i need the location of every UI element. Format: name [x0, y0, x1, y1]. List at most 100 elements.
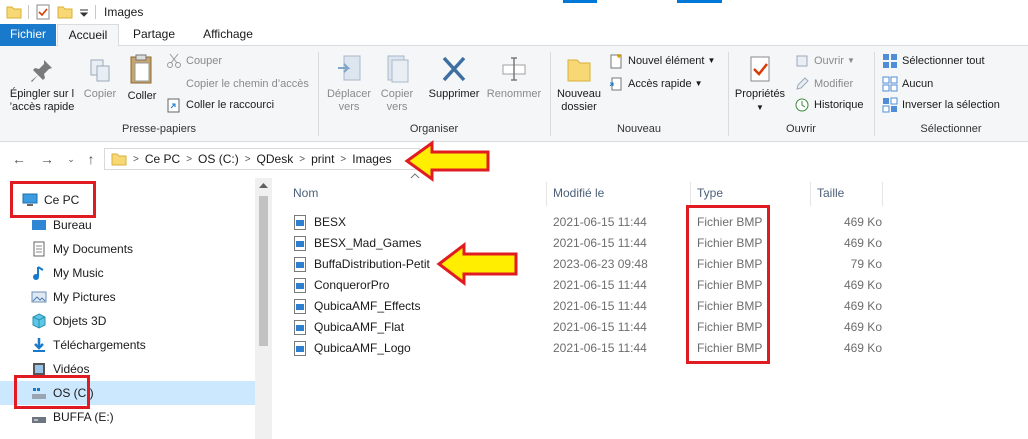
copy-path-button[interactable]: Copier le chemin d’accès [166, 74, 309, 94]
paste-icon [130, 54, 152, 84]
breadcrumb-print[interactable]: print [311, 152, 334, 166]
column-header-modified[interactable]: Modifié le [553, 178, 604, 208]
column-separator[interactable] [810, 182, 811, 206]
nav-pane-scrollbar[interactable] [255, 178, 272, 439]
scrollbar-thumb[interactable] [259, 196, 268, 346]
breadcrumb-separator-icon: > [186, 153, 193, 165]
move-to-icon [338, 55, 361, 81]
nav-item-3d-objects[interactable]: Objets 3D [0, 309, 255, 333]
nav-item-pictures[interactable]: My Pictures [0, 285, 255, 309]
column-header-name[interactable]: Nom [293, 178, 318, 208]
file-size: 469 Ko [843, 236, 882, 250]
file-row[interactable]: QubicaAMF_Effects 2021-06-15 11:44 Fichi… [288, 296, 888, 317]
scroll-up-arrow-icon[interactable] [259, 182, 268, 188]
address-bar[interactable]: > Ce PC > OS (C:) > QDesk > print > Imag… [104, 148, 420, 170]
annotation-arrow-file [436, 242, 518, 286]
customize-dropdown-icon[interactable] [79, 4, 89, 20]
new-item-label: Nouvel élément [628, 55, 705, 67]
title-accent [677, 0, 722, 3]
forward-arrow-icon[interactable]: → [38, 150, 56, 168]
file-modified: 2021-06-15 11:44 [553, 320, 647, 334]
title-separator [95, 5, 96, 19]
copy-icon [90, 59, 110, 82]
paste-shortcut-button[interactable]: Coller le raccourci [166, 95, 274, 115]
bmp-file-icon [294, 320, 306, 335]
paste-button[interactable]: Coller [121, 54, 163, 103]
bmp-file-icon [294, 299, 306, 314]
select-none-button[interactable]: Aucun [882, 74, 933, 94]
cut-label: Couper [186, 55, 223, 67]
up-arrow-icon[interactable]: ↑ [82, 150, 100, 168]
move-to-label-line1: Déplacer [326, 88, 372, 100]
file-row[interactable]: BuffaDistribution-Petit 2023-06-23 09:48… [288, 254, 888, 275]
file-name: BuffaDistribution-Petit [314, 257, 430, 271]
annotation-box-os-c [14, 375, 90, 409]
tab-view[interactable]: Affichage [190, 24, 266, 46]
select-all-icon [883, 54, 897, 68]
file-name: BESX_Mad_Games [314, 236, 422, 250]
nav-item-documents[interactable]: My Documents [0, 237, 255, 261]
breadcrumb-images[interactable]: Images [352, 152, 391, 166]
properties-check-icon[interactable] [35, 4, 51, 20]
column-separator[interactable] [546, 182, 547, 206]
history-button[interactable]: Historique [794, 95, 864, 115]
open-label: Ouvrir [814, 55, 844, 67]
select-all-button[interactable]: Sélectionner tout [882, 51, 985, 71]
properties-button[interactable]: Propriétés ▼ [732, 54, 788, 114]
column-header-type[interactable]: Type [697, 178, 723, 208]
file-row[interactable]: BESX_Mad_Games 2021-06-15 11:44 Fichier … [288, 233, 888, 254]
ribbon-tabs: Fichier Accueil Partage Affichage [0, 24, 1028, 47]
file-modified: 2021-06-15 11:44 [553, 215, 647, 229]
ribbon: Épingler sur l ’accès rapide Copier Coll… [0, 46, 1028, 142]
delete-button[interactable]: Supprimer [424, 54, 484, 101]
nav-item-label: Téléchargements [53, 338, 146, 352]
file-row[interactable]: ConquerorPro 2021-06-15 11:44 Fichier BM… [288, 275, 888, 296]
pin-icon [31, 60, 52, 82]
open-button[interactable]: Ouvrir ▼ [794, 51, 855, 71]
rename-icon [502, 57, 526, 81]
annotation-box-type-column [686, 205, 770, 364]
breadcrumb-os-c[interactable]: OS (C:) [198, 152, 239, 166]
quick-access-button[interactable]: Accès rapide ▼ [608, 74, 703, 94]
back-arrow-icon[interactable]: ← [10, 150, 28, 168]
edit-button[interactable]: Modifier [794, 74, 853, 94]
scissors-icon [167, 53, 181, 68]
column-separator[interactable] [690, 182, 691, 206]
tab-share[interactable]: Partage [124, 24, 184, 46]
recent-locations-icon[interactable]: ⌄ [62, 150, 80, 168]
file-name: QubicaAMF_Effects [314, 299, 421, 313]
file-size: 79 Ko [850, 257, 882, 271]
select-all-label: Sélectionner tout [902, 55, 985, 67]
cut-button[interactable]: Couper [166, 51, 222, 71]
music-icon [33, 266, 44, 280]
nav-item-downloads[interactable]: Téléchargements [0, 333, 255, 357]
new-item-button[interactable]: Nouvel élément ▼ [608, 51, 715, 71]
pin-quick-access-button[interactable]: Épingler sur l ’accès rapide [4, 58, 80, 114]
invert-selection-button[interactable]: Inverser la sélection [882, 95, 1000, 115]
navigation-bar: ← → ⌄ ↑ > Ce PC > OS (C:) > QDesk > prin… [0, 142, 1028, 176]
file-row[interactable]: BESX 2021-06-15 11:44 Fichier BMP 469 Ko [288, 212, 888, 233]
copy-to-label-line1: Copier [380, 88, 414, 100]
copy-to-button[interactable]: Copier vers [376, 54, 418, 114]
new-folder-button[interactable]: Nouveau dossier [554, 54, 604, 114]
file-row[interactable]: QubicaAMF_Logo 2021-06-15 11:44 Fichier … [288, 338, 888, 359]
copy-label: Copier [83, 88, 117, 100]
move-to-button[interactable]: Déplacer vers [324, 54, 374, 114]
breadcrumb-qdesk[interactable]: QDesk [257, 152, 294, 166]
column-header-size[interactable]: Taille [817, 178, 844, 208]
column-separator[interactable] [882, 182, 883, 206]
file-row[interactable]: QubicaAMF_Flat 2021-06-15 11:44 Fichier … [288, 317, 888, 338]
properties-icon [750, 56, 770, 82]
tab-file[interactable]: Fichier [0, 24, 56, 46]
copy-button[interactable]: Copier [80, 58, 120, 101]
annotation-arrow-address [404, 140, 490, 182]
new-folder-icon[interactable] [57, 4, 73, 20]
folder-icon[interactable] [6, 4, 22, 20]
nav-item-music[interactable]: My Music [0, 261, 255, 285]
breadcrumb-separator-icon: > [299, 153, 306, 165]
properties-label: Propriétés [734, 88, 786, 100]
breadcrumb-this-pc[interactable]: Ce PC [145, 152, 180, 166]
tab-home[interactable]: Accueil [57, 24, 119, 47]
file-size: 469 Ko [843, 278, 882, 292]
rename-button[interactable]: Renommer [486, 54, 542, 101]
